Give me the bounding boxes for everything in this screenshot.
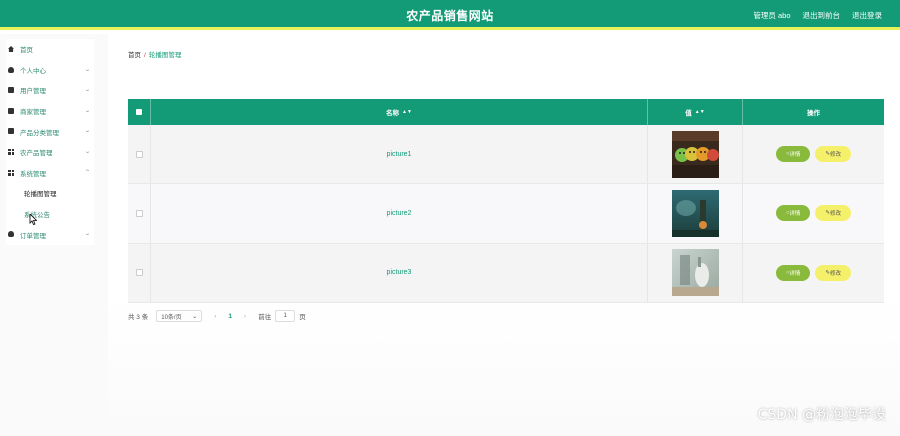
- row-checkbox[interactable]: [135, 150, 143, 158]
- sidebar-item-label: 个人中心: [20, 67, 46, 75]
- chevron-down-icon: ⌄: [84, 66, 91, 73]
- row-name: picture3: [151, 243, 648, 302]
- goto-label: 前往: [258, 314, 272, 321]
- row-name: picture1: [151, 125, 648, 184]
- chevron-down-icon: ⌄: [84, 128, 91, 135]
- table-row: picture2 ○ 详情 ✎ 修改: [128, 184, 884, 244]
- header-actions: 管理员 abo 退出到前台 退出登录: [753, 10, 882, 21]
- sidebar-item-label: 订单管理: [20, 232, 46, 240]
- sidebar-menu: 首页 个人中心 ⌄ 用户管理 ⌄ 商家管理 ⌄ 产品分类管理 ⌄ 农产品管理 ⌄: [6, 39, 94, 245]
- user-icon: [8, 231, 14, 238]
- sidebar-item-home[interactable]: 首页: [6, 39, 94, 60]
- sidebar-item-profile[interactable]: 个人中心 ⌄: [6, 60, 94, 81]
- carousel-thumbnail: [671, 130, 719, 178]
- sort-icon: ▲▼: [694, 109, 705, 115]
- sidebar-item-label: 用户管理: [20, 88, 46, 96]
- exit-to-front-link[interactable]: 退出到前台: [803, 10, 841, 21]
- carousel-thumbnail: [671, 189, 719, 237]
- carousel-table: 名称 ▲▼ 值 ▲▼ 操作 picture1 ○ 详情 ✎ 修改 picture…: [128, 99, 884, 303]
- page-number[interactable]: 1: [228, 313, 232, 320]
- home-icon: [8, 46, 14, 52]
- chevron-up-icon: ⌃: [84, 169, 91, 176]
- sidebar-item-label: 系统管理: [20, 170, 46, 178]
- admin-label: 管理员 abo: [753, 11, 791, 20]
- sidebar-item-label: 首页: [20, 47, 33, 55]
- top-navbar: 农产品销售网站 管理员 abo 退出到前台 退出登录: [0, 0, 900, 30]
- table-row: picture3 ○ 详情 ✎ 修改: [128, 243, 884, 303]
- column-header-value[interactable]: 值 ▲▼: [648, 99, 743, 125]
- pagination: 共 3 条 10条/页 ⌄ ‹ 1 › 前往 1 页: [128, 310, 306, 322]
- sidebar-item-label: 产品分类管理: [20, 129, 59, 137]
- row-checkbox[interactable]: [135, 269, 143, 277]
- clipboard-icon: [8, 128, 14, 135]
- list-icon: [8, 107, 14, 114]
- row-name: picture2: [151, 184, 648, 243]
- sidebar-item-label: 农产品管理: [20, 150, 53, 158]
- sidebar-subitem-announcement[interactable]: 系统公告: [6, 204, 94, 225]
- select-all-checkbox[interactable]: [128, 99, 151, 125]
- detail-button[interactable]: ○ 详情: [776, 146, 811, 163]
- goto-page-input[interactable]: 1: [275, 310, 296, 322]
- chevron-down-icon: ⌄: [84, 107, 91, 114]
- pagination-total: 共 3 条: [128, 314, 149, 321]
- breadcrumb-separator: /: [144, 52, 146, 59]
- table-header: 名称 ▲▼ 值 ▲▼ 操作: [128, 99, 884, 125]
- clipboard-icon: [8, 87, 14, 94]
- grid-icon: [8, 169, 14, 176]
- chevron-down-icon: ⌄: [84, 87, 91, 94]
- breadcrumb: 首页 / 轮播图管理: [128, 49, 181, 59]
- logout-link[interactable]: 退出登录: [852, 10, 882, 21]
- edit-button[interactable]: ✎ 修改: [815, 264, 851, 281]
- grid-icon: [8, 148, 14, 155]
- page-size-select[interactable]: 10条/页 ⌄: [156, 310, 203, 322]
- table-row: picture1 ○ 详情 ✎ 修改: [128, 125, 884, 185]
- chevron-down-icon: ⌄: [84, 231, 91, 238]
- breadcrumb-current: 轮播图管理: [148, 52, 182, 59]
- chevron-down-icon: ⌄: [192, 313, 198, 320]
- main-content: 首页 / 轮播图管理 名称 ▲▼ 值 ▲▼ 操作 picture1 ○ 详情 ✎…: [108, 34, 900, 436]
- breadcrumb-home[interactable]: 首页: [128, 52, 141, 59]
- sidebar-item-products[interactable]: 农产品管理 ⌄: [6, 142, 94, 163]
- sidebar-item-orders[interactable]: 订单管理 ⌄: [6, 224, 94, 245]
- edit-button[interactable]: ✎ 修改: [815, 205, 851, 222]
- sidebar-item-categories[interactable]: 产品分类管理 ⌄: [6, 121, 94, 142]
- sidebar-item-users[interactable]: 用户管理 ⌄: [6, 80, 94, 101]
- sidebar-item-system[interactable]: 系统管理 ⌃: [6, 163, 94, 184]
- edit-button[interactable]: ✎ 修改: [815, 146, 851, 163]
- chevron-down-icon: ⌄: [84, 148, 91, 155]
- column-header-actions: 操作: [807, 110, 820, 117]
- sidebar-subitem-carousel[interactable]: 轮播图管理: [6, 183, 94, 204]
- row-checkbox[interactable]: [135, 209, 143, 217]
- sidebar-item-merchants[interactable]: 商家管理 ⌄: [6, 101, 94, 122]
- sidebar: 首页 个人中心 ⌄ 用户管理 ⌄ 商家管理 ⌄ 产品分类管理 ⌄ 农产品管理 ⌄: [0, 34, 108, 436]
- pointer-cursor-icon: [29, 214, 37, 225]
- detail-button[interactable]: ○ 详情: [776, 205, 811, 222]
- next-page-button[interactable]: ›: [244, 313, 246, 320]
- sort-icon: ▲▼: [402, 109, 412, 115]
- user-icon: [8, 66, 14, 73]
- carousel-thumbnail: [671, 249, 719, 297]
- detail-button[interactable]: ○ 详情: [776, 264, 811, 281]
- sidebar-item-label: 商家管理: [20, 109, 46, 117]
- watermark: CSDN @粉泡泡毕设: [757, 407, 886, 423]
- prev-page-button[interactable]: ‹: [214, 313, 216, 320]
- page-unit-label: 页: [299, 314, 306, 321]
- column-header-name[interactable]: 名称 ▲▼: [151, 99, 648, 125]
